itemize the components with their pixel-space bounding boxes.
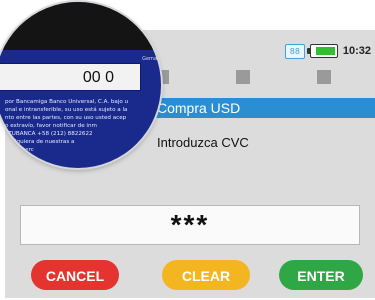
battery-icon <box>306 44 338 58</box>
fine-print-line: por Bancamiga Banco Universal, C.A. bajo… <box>5 99 129 105</box>
status-bar: 88 10:32 <box>284 41 371 61</box>
clock: 10:32 <box>342 45 371 57</box>
fine-print-line: ATUBANCA +58 (212) 8822622 <box>5 131 93 137</box>
cvc-input[interactable]: *** <box>20 205 360 245</box>
card-number-field: 00 0 <box>0 63 141 91</box>
fine-print-line: cualquiera de nuestras a <box>5 139 75 145</box>
enter-button[interactable]: ENTER <box>279 260 363 290</box>
placeholder-square <box>317 70 331 84</box>
cancel-button[interactable]: CANCEL <box>31 260 119 290</box>
clear-button[interactable]: CLEAR <box>162 260 250 290</box>
card-magstripe <box>0 2 161 50</box>
fine-print-line: al Masterc <box>5 147 34 153</box>
fine-print-line: onal e intransferible, su uso está sujet… <box>5 107 128 113</box>
page-title: Compra USD <box>157 100 241 116</box>
fine-print-line: o extravío, favor notificar de inm <box>5 123 97 129</box>
card-fine-print: por Bancamiga Banco Universal, C.A. bajo… <box>5 98 161 154</box>
card-magnifier: Gema 00 0 por Bancamiga Banco Universal,… <box>0 2 161 168</box>
card-reader-icon: 88 <box>284 43 305 59</box>
cvc-prompt: Introduzca CVC <box>157 135 249 150</box>
card-brand-label: Gema <box>142 56 157 62</box>
fine-print-line: nto entre las partes, con su uso usted a… <box>5 115 127 121</box>
placeholder-square <box>236 70 250 84</box>
battery-level <box>315 47 335 55</box>
pos-terminal: 88 10:32 Compra USD Introduzca CVC *** C… <box>0 0 375 300</box>
